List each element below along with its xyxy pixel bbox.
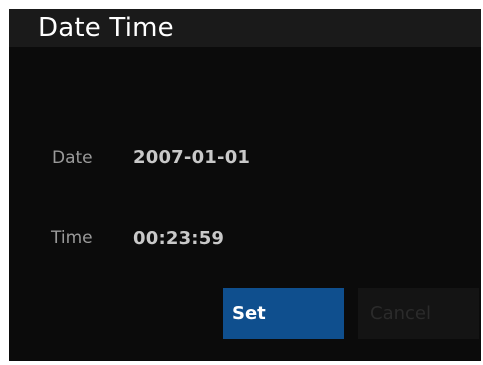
cancel-button-label: Cancel: [370, 303, 431, 324]
set-button-label: Set: [232, 303, 266, 324]
dialog-titlebar: Date Time: [9, 9, 481, 47]
set-button[interactable]: Set: [223, 288, 344, 339]
time-label: Time: [51, 228, 93, 248]
cancel-button[interactable]: Cancel: [358, 288, 479, 339]
date-value[interactable]: 2007-01-01: [133, 147, 250, 168]
date-time-dialog: Date Time Date 2007-01-01 Time 00:23:59 …: [9, 9, 481, 361]
date-label: Date: [52, 148, 93, 168]
dialog-title: Date Time: [38, 13, 174, 43]
time-value[interactable]: 00:23:59: [133, 228, 224, 249]
